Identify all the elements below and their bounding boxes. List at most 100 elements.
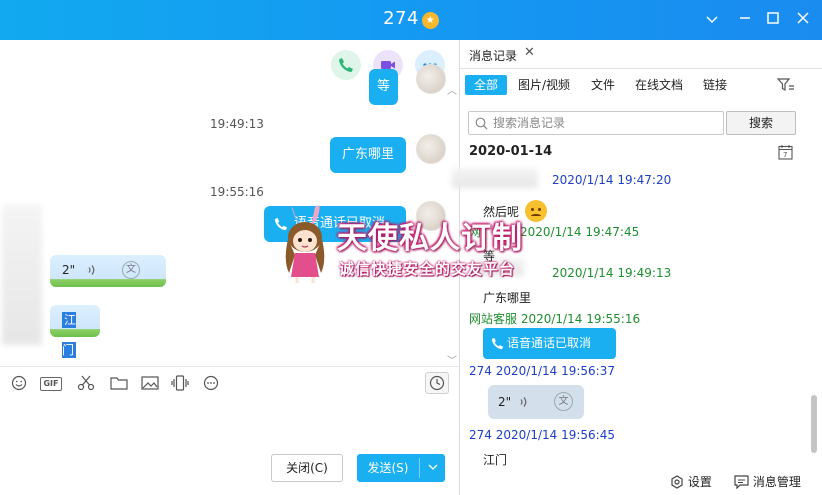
history-date: 2020-01-14	[469, 144, 553, 159]
input-toolbar: GIF	[0, 367, 459, 401]
more-tools-button[interactable]	[200, 375, 222, 393]
sender-name: 274	[469, 364, 492, 378]
emoji-icon	[11, 375, 27, 391]
sender-name: 网站客服	[469, 312, 518, 326]
filter-images-videos[interactable]: 图片/视频	[518, 75, 570, 95]
manage-label: 消息管理	[752, 475, 801, 489]
search-button[interactable]: 搜索	[726, 111, 796, 135]
voice-call-button[interactable]	[331, 50, 361, 80]
message-text: 等	[377, 79, 391, 94]
watermark-slogan: 诚信快捷安全的交友平台	[339, 260, 516, 278]
maximize-icon	[767, 12, 779, 24]
phone-icon	[491, 337, 504, 350]
scissors-icon	[77, 375, 95, 391]
history-call-cancelled: 语音通话已取消	[483, 328, 616, 359]
date-picker-button[interactable]: 7	[778, 144, 793, 164]
close-icon	[797, 12, 809, 24]
filter-all[interactable]: 全部	[465, 75, 508, 95]
title-bar: 274 ★	[0, 0, 822, 40]
entry-datetime: 2020/1/14 19:55:16	[520, 312, 641, 326]
history-search-input[interactable]: 搜索消息记录	[468, 111, 724, 135]
message-timestamp: 19:49:13	[210, 117, 264, 131]
sound-wave-icon	[520, 397, 527, 407]
tab-close-icon[interactable]: ✕	[524, 45, 535, 60]
scroll-down-arrow[interactable]: ﹀	[447, 352, 457, 366]
message-history-toggle[interactable]	[425, 372, 449, 394]
send-file-button[interactable]	[108, 375, 130, 393]
minimize-button[interactable]	[735, 10, 755, 30]
message-bubble-incoming: 江门	[50, 305, 100, 358]
vip-star-icon: ★	[421, 12, 439, 29]
chevron-down-icon	[428, 464, 438, 470]
scroll-up-arrow[interactable]: ︿	[447, 82, 457, 97]
sound-wave-icon	[86, 265, 95, 275]
history-scrollbar[interactable]	[811, 395, 817, 453]
history-entry-header: 2020/1/14 19:47:20	[469, 173, 671, 187]
message-bubble-outgoing: 等	[369, 69, 399, 105]
maximize-button[interactable]	[763, 10, 783, 30]
avatar[interactable]	[416, 64, 446, 94]
advanced-filter-button[interactable]	[776, 77, 795, 97]
translate-icon[interactable]: 文	[122, 261, 140, 279]
entry-text: 语音通话已取消	[507, 336, 592, 350]
message-timestamp: 19:55:16	[210, 185, 264, 199]
send-button[interactable]: 发送(S)	[357, 454, 445, 482]
watermark-title: 天使私人订制	[337, 221, 523, 256]
search-placeholder: 搜索消息记录	[493, 116, 566, 130]
chat-window: 274 ★ ︿ 等 19:49:13 广东哪里 19:55:16 语音通话已取消…	[0, 0, 822, 495]
history-entry-text: 广东哪里	[483, 291, 532, 305]
message-text: 江门	[62, 312, 77, 358]
tab-message-history[interactable]: 消息记录	[469, 47, 517, 64]
send-image-button[interactable]	[139, 375, 161, 393]
filter-links[interactable]: 链接	[703, 75, 727, 95]
gear-icon	[671, 475, 683, 489]
avatar[interactable]	[416, 134, 446, 164]
image-icon	[141, 376, 159, 390]
collapse-button[interactable]	[702, 10, 722, 30]
voice-message-bubble[interactable]: 2" 文	[50, 255, 166, 287]
settings-label: 设置	[687, 475, 712, 489]
bunny-girl-mascot-icon	[285, 205, 325, 283]
entry-datetime: 2020/1/14 19:49:13	[552, 266, 672, 280]
history-entry-header: 274 2020/1/14 19:56:45	[469, 428, 615, 442]
gif-button[interactable]: GIF	[40, 377, 62, 391]
clock-icon	[429, 375, 445, 391]
screenshot-button[interactable]	[75, 375, 97, 393]
history-entry-header: 274 2020/1/14 19:56:37	[469, 364, 615, 378]
watermark: 天使私人订制 诚信快捷安全的交友平台	[275, 203, 555, 285]
voice-duration: 2"	[498, 395, 512, 409]
more-icon	[203, 375, 219, 391]
voice-duration: 2"	[62, 263, 76, 277]
calendar-icon: 7	[778, 145, 793, 160]
search-icon	[475, 117, 488, 130]
entry-datetime: 2020/1/14 19:56:45	[495, 428, 615, 442]
history-settings-button[interactable]: 设置	[670, 474, 712, 490]
emoji-button[interactable]	[8, 375, 30, 393]
blurred-avatar-area	[2, 205, 42, 345]
contact-name: 274	[383, 8, 419, 29]
send-divider	[419, 458, 420, 478]
filter-online-docs[interactable]: 在线文档	[635, 75, 683, 95]
message-manager-button[interactable]: 消息管理	[734, 474, 801, 490]
funnel-icon	[776, 78, 794, 92]
svg-text:7: 7	[783, 151, 787, 159]
vibrate-icon	[171, 375, 189, 391]
close-chat-button[interactable]: 关闭(C)	[271, 454, 343, 482]
message-bubble-outgoing: 广东哪里	[330, 137, 407, 173]
window-title: 274 ★	[0, 8, 822, 29]
minimize-icon	[740, 17, 750, 19]
folder-icon	[110, 377, 128, 390]
entry-datetime: 2020/1/14 19:47:20	[552, 173, 672, 187]
send-options-dropdown[interactable]	[421, 454, 445, 482]
window-shake-button[interactable]	[169, 375, 191, 393]
chevron-down-icon	[706, 16, 718, 24]
translate-icon[interactable]: 文	[554, 392, 573, 411]
entry-datetime: 2020/1/14 19:56:37	[495, 364, 615, 378]
history-entry-text: 江门	[483, 453, 508, 467]
send-label: 发送(S)	[367, 461, 409, 475]
filter-files[interactable]: 文件	[591, 75, 615, 95]
tab-underline	[460, 68, 822, 69]
message-box-icon	[734, 475, 749, 490]
close-window-button[interactable]	[793, 10, 813, 30]
history-voice-message[interactable]: 2" 文	[488, 385, 584, 419]
